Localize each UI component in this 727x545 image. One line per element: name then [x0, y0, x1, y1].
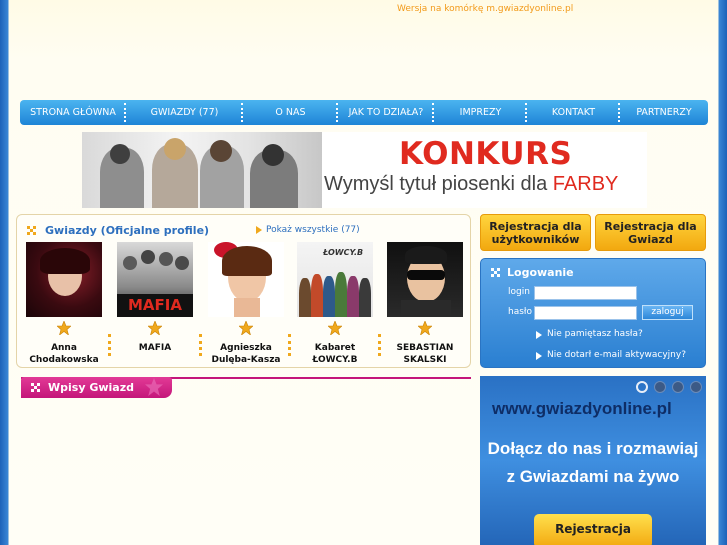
login-input[interactable] [534, 286, 637, 300]
banner-title: KONKURS [399, 136, 573, 172]
nav-item-how-it-works[interactable]: JAK TO DZIAŁA? [338, 100, 434, 125]
register-users-button[interactable]: Rejestracja dla użytkowników [480, 214, 591, 251]
nav-label: O NAS [275, 107, 306, 118]
star-icon [417, 320, 433, 336]
forgot-password-link[interactable]: Nie pamiętasz hasła? [547, 329, 643, 339]
mafia-logo: MAFIA [128, 296, 182, 314]
nav-label: JAK TO DZIAŁA? [348, 107, 424, 118]
login-label: login [508, 287, 530, 297]
star-icon [327, 320, 343, 336]
nav-item-partners[interactable]: PARTNERZY [620, 100, 708, 125]
nav-item-stars[interactable]: GWIAZDY (77) [126, 100, 243, 125]
nav-label: PARTNERZY [636, 107, 692, 118]
celebrities-panel: Gwiazdy (Oficjalne profile) Pokaż wszyst… [16, 214, 471, 368]
slide-dot-2[interactable] [654, 381, 666, 393]
promo-url: www.gwiazdyonline.pl [492, 399, 672, 418]
celebrity-name[interactable]: MAFIA [117, 342, 193, 354]
register-stars-button[interactable]: Rejestracja dla Gwiazd [595, 214, 706, 251]
celebrity-name[interactable]: SEBASTIAN SKALSKI [387, 342, 463, 366]
sparkle-icon [491, 268, 500, 277]
celebrity-name[interactable]: Kabaret ŁOWCY.B [297, 342, 373, 366]
celebrity-photo[interactable] [387, 242, 463, 317]
celebrities-title: Gwiazdy (Oficjalne profile) [45, 224, 210, 237]
slide-dot-4[interactable] [690, 381, 702, 393]
promo-text: Dołącz do nas i rozmawiaj z Gwiazdami na … [487, 439, 699, 486]
celebrity-name[interactable]: Anna Chodakowska [26, 342, 102, 366]
nav-item-about[interactable]: O NAS [243, 100, 338, 125]
slide-dot-1[interactable] [636, 381, 648, 393]
posts-title: Wpisy Gwiazd [48, 381, 134, 394]
sparkle-icon [27, 226, 36, 235]
sparkle-icon [31, 383, 40, 392]
nav-label: KONTAKT [551, 107, 596, 118]
login-panel: Logowanie login hasło zaloguj Nie pamięt… [480, 258, 706, 368]
page: Wersja na komórkę m.gwiazdyonline.pl STR… [9, 0, 718, 545]
promo-banner[interactable]: www.gwiazdyonline.pl Dołącz do nas i roz… [480, 376, 706, 545]
nav-label: GWIAZDY (77) [150, 107, 219, 118]
show-all-link[interactable]: Pokaż wszystkie (77) [266, 225, 360, 235]
nav-label: IMPREZY [459, 107, 502, 118]
nav-item-events[interactable]: IMPREZY [434, 100, 527, 125]
celebrity-photo[interactable] [26, 242, 102, 317]
slide-dot-3[interactable] [672, 381, 684, 393]
celebrity-name[interactable]: Agnieszka Dulęba-Kasza [208, 342, 284, 366]
lowcy-logo: ŁOWCY.B [323, 248, 364, 257]
divider [378, 334, 381, 356]
celebrity-photo[interactable] [208, 242, 284, 317]
arrow-right-icon [256, 226, 262, 234]
password-label: hasło [508, 307, 532, 317]
main-nav: STRONA GŁÓWNA GWIAZDY (77) O NAS JAK TO … [20, 100, 708, 125]
mobile-version-link[interactable]: Wersja na komórkę m.gwiazdyonline.pl [397, 4, 573, 14]
divider [108, 334, 111, 356]
celebrity-card[interactable]: ŁOWCY.B Kabaret ŁOWCY.B [297, 242, 373, 366]
login-submit-button[interactable]: zaloguj [642, 305, 693, 320]
celebrity-card[interactable]: Anna Chodakowska [26, 242, 102, 366]
celebrity-card[interactable]: MAFIA MAFIA [117, 242, 193, 354]
celebrity-card[interactable]: SEBASTIAN SKALSKI [387, 242, 463, 366]
nav-label: STRONA GŁÓWNA [30, 107, 116, 118]
star-icon [56, 320, 72, 336]
band-photo [82, 132, 322, 208]
banner-subtitle: Wymyśl tytuł piosenki dla FARBY [324, 173, 619, 195]
contest-banner[interactable]: KONKURS Wymyśl tytuł piosenki dla FARBY [82, 132, 647, 208]
celebrity-photo[interactable]: MAFIA [117, 242, 193, 317]
arrow-right-icon [536, 331, 542, 339]
star-icon [145, 378, 163, 396]
nav-item-contact[interactable]: KONTAKT [527, 100, 620, 125]
nav-item-home[interactable]: STRONA GŁÓWNA [20, 100, 126, 125]
celebrity-card[interactable]: Agnieszka Dulęba-Kasza [208, 242, 284, 366]
posts-section-tab: Wpisy Gwiazd [21, 377, 172, 398]
star-icon [147, 320, 163, 336]
divider [199, 334, 202, 356]
arrow-right-icon [536, 352, 542, 360]
celebrity-photo[interactable]: ŁOWCY.B [297, 242, 373, 317]
promo-register-button[interactable]: Rejestracja [534, 514, 652, 545]
star-icon [238, 320, 254, 336]
password-input[interactable] [534, 306, 637, 320]
login-title: Logowanie [507, 266, 574, 279]
divider [288, 334, 291, 356]
resend-activation-link[interactable]: Nie dotarł e-mail aktywacyjny? [547, 350, 686, 360]
